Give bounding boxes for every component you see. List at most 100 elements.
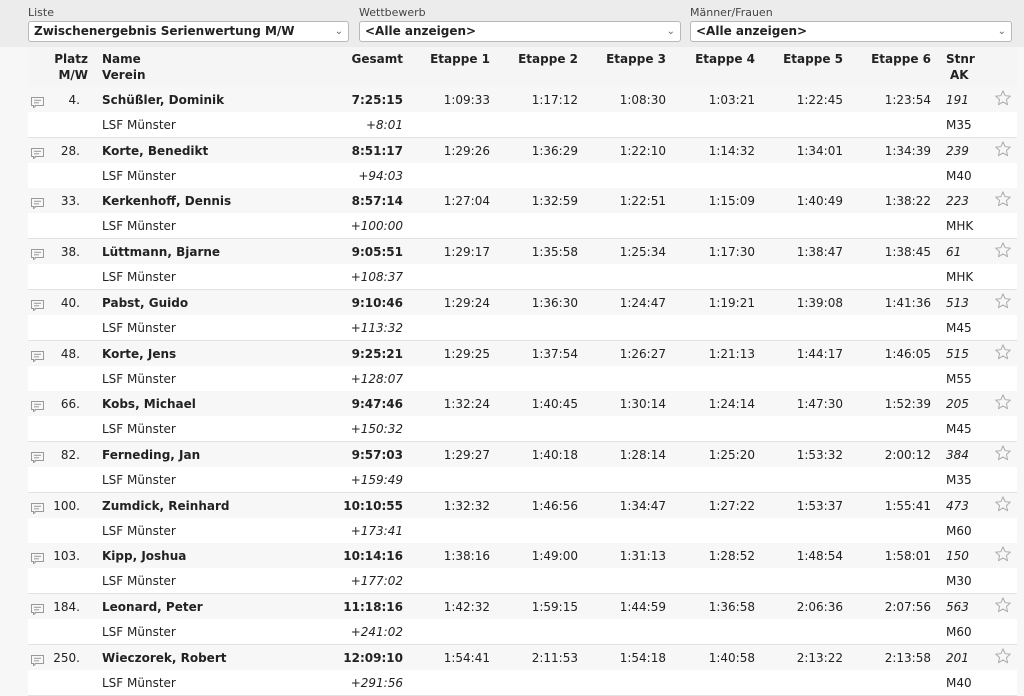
gesamt-time: 9:05:51 bbox=[351, 245, 403, 260]
athlete-name[interactable]: Schüßler, Dominik bbox=[102, 92, 224, 108]
athlete-name[interactable]: Zumdick, Reinhard bbox=[102, 498, 229, 514]
etappe-4-time: 1:19:21 bbox=[708, 295, 755, 310]
etappe-5-time: 1:38:47 bbox=[796, 245, 843, 260]
etappe-3-time: 1:22:51 bbox=[619, 194, 666, 209]
platz: 40. bbox=[60, 295, 80, 310]
verein: LSF Münster bbox=[102, 219, 176, 234]
chevron-down-icon: ⌄ bbox=[334, 26, 343, 37]
right-gutter bbox=[1017, 47, 1024, 696]
etappe-3-time: 1:22:10 bbox=[619, 143, 666, 158]
table-row: 33. Kerkenhoff, Dennis 8:57:14 1:27:04 1:32:… bbox=[28, 188, 1017, 240]
platz: 184. bbox=[53, 600, 80, 614]
etappe-5-time: 1:22:45 bbox=[796, 93, 843, 107]
table-row: 48. Korte, Jens 9:25:21 1:29:25 1:37:54 1:26:… bbox=[28, 340, 1017, 392]
gesamt-time: 7:25:15 bbox=[351, 93, 403, 107]
star-icon[interactable] bbox=[994, 343, 1012, 361]
etappe-2-time: 1:40:18 bbox=[531, 447, 578, 462]
athlete-name[interactable]: Leonard, Peter bbox=[102, 599, 203, 615]
etappe-2-time: 1:36:29 bbox=[531, 143, 578, 158]
col-stnr: Stnr bbox=[946, 52, 975, 66]
etappe-4-time: 1:21:13 bbox=[708, 346, 755, 361]
col-ak: AK bbox=[950, 68, 969, 82]
star-icon[interactable] bbox=[994, 596, 1012, 614]
gesamt-diff: +291:56 bbox=[350, 675, 403, 690]
results-table: Platz M/W Name Verein Gesamt Etappe 1 Et… bbox=[28, 47, 1017, 696]
star-icon[interactable] bbox=[994, 190, 1012, 208]
athlete-name[interactable]: Korte, Jens bbox=[102, 346, 176, 362]
star-icon[interactable] bbox=[994, 241, 1012, 259]
athlete-name[interactable]: Kipp, Joshua bbox=[102, 548, 186, 564]
platz: 48. bbox=[60, 346, 80, 361]
altersklasse: MHK bbox=[946, 270, 974, 285]
etappe-4-time: 1:03:21 bbox=[708, 93, 755, 107]
etappe-6-time: 1:55:41 bbox=[884, 498, 931, 513]
col-etappe-1: Etappe 1 bbox=[430, 52, 490, 66]
startnummer: 223 bbox=[946, 194, 969, 209]
etappe-1-time: 1:29:25 bbox=[443, 346, 490, 361]
athlete-name[interactable]: Ferneding, Jan bbox=[102, 447, 200, 463]
etappe-4-time: 1:24:14 bbox=[708, 397, 755, 412]
etappe-4-time: 1:40:58 bbox=[708, 650, 755, 665]
athlete-name[interactable]: Wieczorek, Robert bbox=[102, 650, 226, 666]
platz: 100. bbox=[53, 498, 80, 513]
verein: LSF Münster bbox=[102, 675, 176, 690]
col-platz: Platz bbox=[54, 52, 88, 66]
athlete-name[interactable]: Korte, Benedikt bbox=[102, 143, 208, 159]
gesamt-diff: +159:49 bbox=[350, 472, 403, 487]
geschlecht-select[interactable]: <Alle anzeigen> ⌄ bbox=[690, 21, 1012, 42]
gesamt-time: 9:57:03 bbox=[351, 447, 403, 462]
athlete-name[interactable]: Lüttmann, Bjarne bbox=[102, 244, 220, 260]
star-icon[interactable] bbox=[994, 292, 1012, 310]
athlete-name[interactable]: Pabst, Guido bbox=[102, 295, 188, 311]
altersklasse: MHK bbox=[946, 219, 974, 234]
star-icon[interactable] bbox=[994, 444, 1012, 462]
star-icon[interactable] bbox=[994, 647, 1012, 665]
platz: 250. bbox=[53, 650, 80, 665]
etappe-6-time: 1:34:39 bbox=[884, 143, 931, 158]
table-row: 103. Kipp, Joshua 10:14:16 1:38:16 1:49:00 1:… bbox=[28, 543, 1017, 595]
etappe-6-time: 2:00:12 bbox=[884, 447, 931, 462]
gesamt-time: 11:18:16 bbox=[343, 600, 403, 614]
gesamt-time: 12:09:10 bbox=[343, 650, 403, 665]
verein: LSF Münster bbox=[102, 270, 176, 285]
altersklasse: M35 bbox=[946, 118, 972, 132]
star-icon[interactable] bbox=[994, 393, 1012, 411]
gesamt-diff: +108:37 bbox=[350, 270, 403, 285]
table-header: Platz M/W Name Verein Gesamt Etappe 1 Et… bbox=[28, 47, 1017, 87]
athlete-name[interactable]: Kobs, Michael bbox=[102, 396, 196, 412]
etappe-5-time: 1:48:54 bbox=[796, 549, 843, 564]
etappe-2-time: 1:59:15 bbox=[531, 600, 578, 614]
etappe-4-time: 1:17:30 bbox=[708, 245, 755, 260]
gesamt-diff: +128:07 bbox=[350, 371, 403, 386]
etappe-6-time: 2:07:56 bbox=[884, 600, 931, 614]
filter-liste-label: Liste bbox=[28, 6, 54, 19]
liste-select[interactable]: Zwischenergebnis Serienwertung M/W ⌄ bbox=[28, 21, 349, 42]
verein: LSF Münster bbox=[102, 118, 176, 132]
star-icon[interactable] bbox=[994, 545, 1012, 563]
altersklasse: M40 bbox=[946, 675, 972, 690]
etappe-3-time: 1:44:59 bbox=[619, 600, 666, 614]
table-row: 250. Wieczorek, Robert 12:09:10 1:54:41 2:11… bbox=[28, 644, 1017, 696]
etappe-1-time: 1:29:24 bbox=[443, 295, 490, 310]
etappe-1-time: 1:29:17 bbox=[443, 245, 490, 260]
platz: 33. bbox=[60, 194, 80, 209]
altersklasse: M55 bbox=[946, 371, 972, 386]
etappe-3-time: 1:28:14 bbox=[619, 447, 666, 462]
startnummer: 150 bbox=[946, 549, 969, 564]
star-icon[interactable] bbox=[994, 495, 1012, 513]
col-etappe-2: Etappe 2 bbox=[518, 52, 578, 66]
etappe-2-time: 1:46:56 bbox=[531, 498, 578, 513]
wettbewerb-select[interactable]: <Alle anzeigen> ⌄ bbox=[359, 21, 681, 42]
startnummer: 201 bbox=[946, 650, 969, 665]
platz: 66. bbox=[60, 397, 80, 412]
geschlecht-select-value: <Alle anzeigen> bbox=[696, 24, 808, 38]
table-row: 28. Korte, Benedikt 8:51:17 1:29:26 1:36:29 1… bbox=[28, 137, 1017, 189]
athlete-name[interactable]: Kerkenhoff, Dennis bbox=[102, 193, 231, 209]
star-icon[interactable] bbox=[994, 140, 1012, 158]
startnummer: 239 bbox=[946, 143, 969, 158]
star-icon[interactable] bbox=[994, 89, 1012, 107]
etappe-6-time: 1:23:54 bbox=[884, 93, 931, 107]
etappe-2-time: 2:11:53 bbox=[531, 650, 578, 665]
gesamt-diff: +8:01 bbox=[365, 118, 403, 132]
gesamt-time: 8:57:14 bbox=[351, 194, 403, 209]
